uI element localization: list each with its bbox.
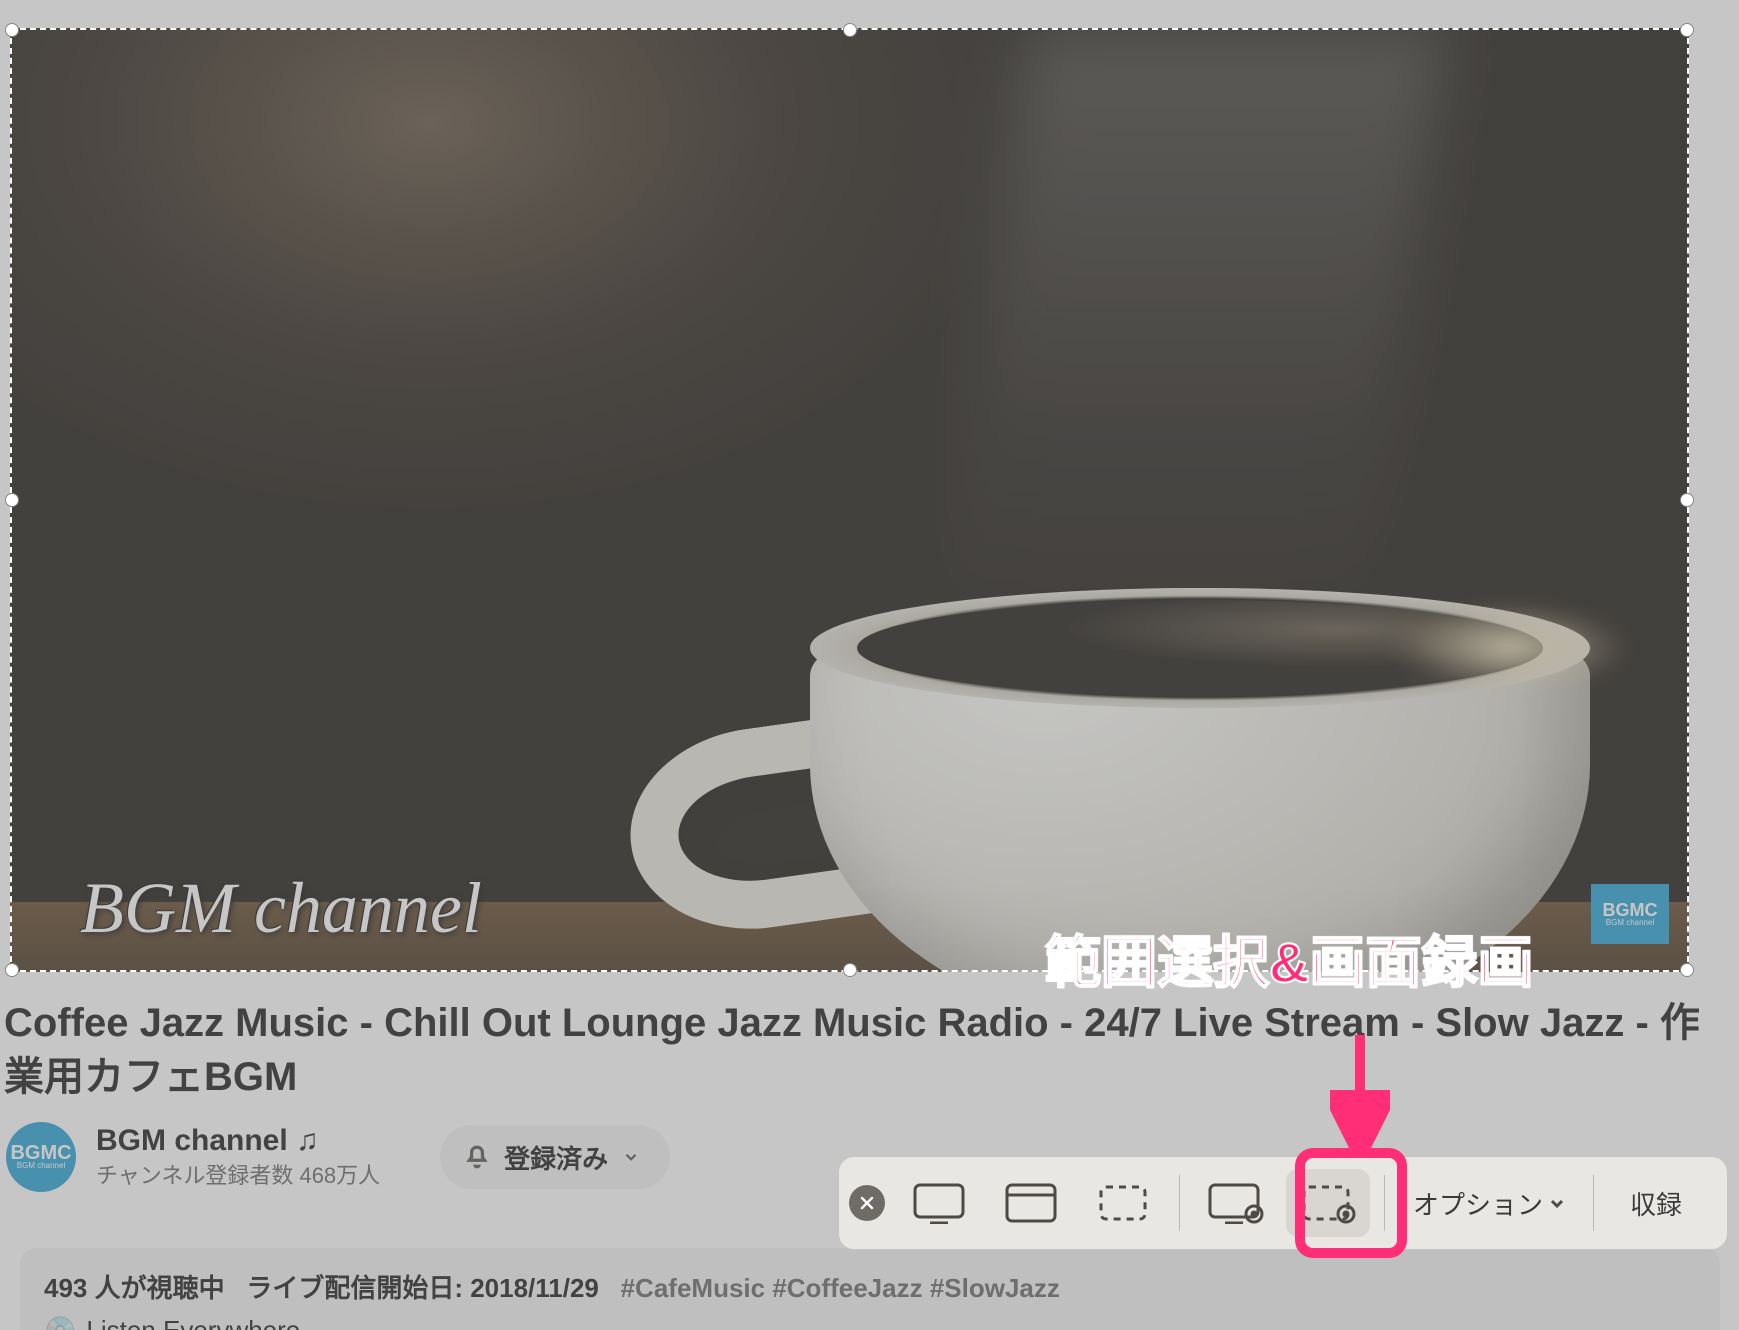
- avatar-text: BGMC: [10, 1144, 71, 1162]
- video-description[interactable]: 493 人が視聴中 ライブ配信開始日: 2018/11/29 #CafeMusi…: [20, 1248, 1720, 1330]
- chevron-down-icon: [1549, 1195, 1565, 1211]
- record-entire-screen-button[interactable]: [1194, 1169, 1278, 1237]
- channel-subscribers: チャンネル登録者数 468万人: [96, 1158, 380, 1190]
- screen-icon: [912, 1182, 966, 1224]
- music-note-icon: ♫: [296, 1124, 319, 1157]
- channel-logo-overlay[interactable]: BGMC BGM channel: [1591, 884, 1669, 944]
- video-player[interactable]: BGM channel BGMC BGM channel: [10, 28, 1689, 972]
- screenshot-toolbar: オプション 収録: [838, 1156, 1728, 1250]
- record-label: 収録: [1630, 1190, 1682, 1220]
- channel-name[interactable]: BGM channel ♫: [96, 1124, 380, 1158]
- avatar-subtext: BGM channel: [17, 1162, 65, 1169]
- channel-avatar[interactable]: BGMC BGM channel: [6, 1122, 76, 1192]
- channel-text: BGM channel ♫ チャンネル登録者数 468万人: [96, 1124, 380, 1190]
- window-icon: [1004, 1182, 1058, 1224]
- subscribe-button[interactable]: 登録済み: [440, 1125, 670, 1189]
- disc-icon: 💿: [44, 1315, 76, 1330]
- logo-text: BGMC: [1603, 902, 1658, 918]
- bell-icon: [464, 1144, 490, 1170]
- record-button[interactable]: 収録: [1608, 1185, 1704, 1222]
- close-icon: [859, 1195, 875, 1211]
- capture-window-button[interactable]: [989, 1169, 1073, 1237]
- options-button[interactable]: オプション: [1399, 1185, 1579, 1222]
- chevron-down-icon: [622, 1148, 640, 1166]
- channel-name-text: BGM channel: [96, 1124, 288, 1157]
- annotation-label: 範囲選択&画面録画: [1045, 918, 1533, 999]
- options-label: オプション: [1413, 1185, 1543, 1222]
- video-title: Coffee Jazz Music - Chill Out Lounge Jaz…: [4, 996, 1724, 1104]
- annotation-arrow-icon: [1330, 1030, 1390, 1150]
- toolbar-separator-2: [1384, 1175, 1385, 1231]
- toolbar-separator: [1179, 1175, 1180, 1231]
- subscribe-label: 登録済み: [504, 1139, 608, 1176]
- record-screen-icon: [1207, 1182, 1265, 1224]
- description-line: 💿 Listen Everywhere: [44, 1315, 1696, 1330]
- close-button[interactable]: [849, 1185, 885, 1221]
- selection-icon: [1096, 1182, 1150, 1224]
- capture-entire-screen-button[interactable]: [897, 1169, 981, 1237]
- record-selection-button[interactable]: [1286, 1169, 1370, 1237]
- listen-everywhere-text: Listen Everywhere: [86, 1315, 300, 1330]
- record-selection-icon: [1299, 1182, 1357, 1224]
- capture-selection-button[interactable]: [1081, 1169, 1165, 1237]
- stream-start-date: ライブ配信開始日: 2018/11/29: [246, 1273, 599, 1303]
- video-watermark: BGM channel: [80, 867, 482, 950]
- logo-subtext: BGM channel: [1606, 919, 1654, 926]
- toolbar-separator-3: [1593, 1175, 1594, 1231]
- page-root: BGM channel BGMC BGM channel Coffee Jazz…: [0, 0, 1739, 1330]
- video-bg-glare: [1390, 603, 1630, 693]
- viewer-count: 493 人が視聴中: [44, 1273, 225, 1303]
- hashtags[interactable]: #CafeMusic #CoffeeJazz #SlowJazz: [621, 1273, 1060, 1303]
- video-bg-steam: [942, 28, 1446, 628]
